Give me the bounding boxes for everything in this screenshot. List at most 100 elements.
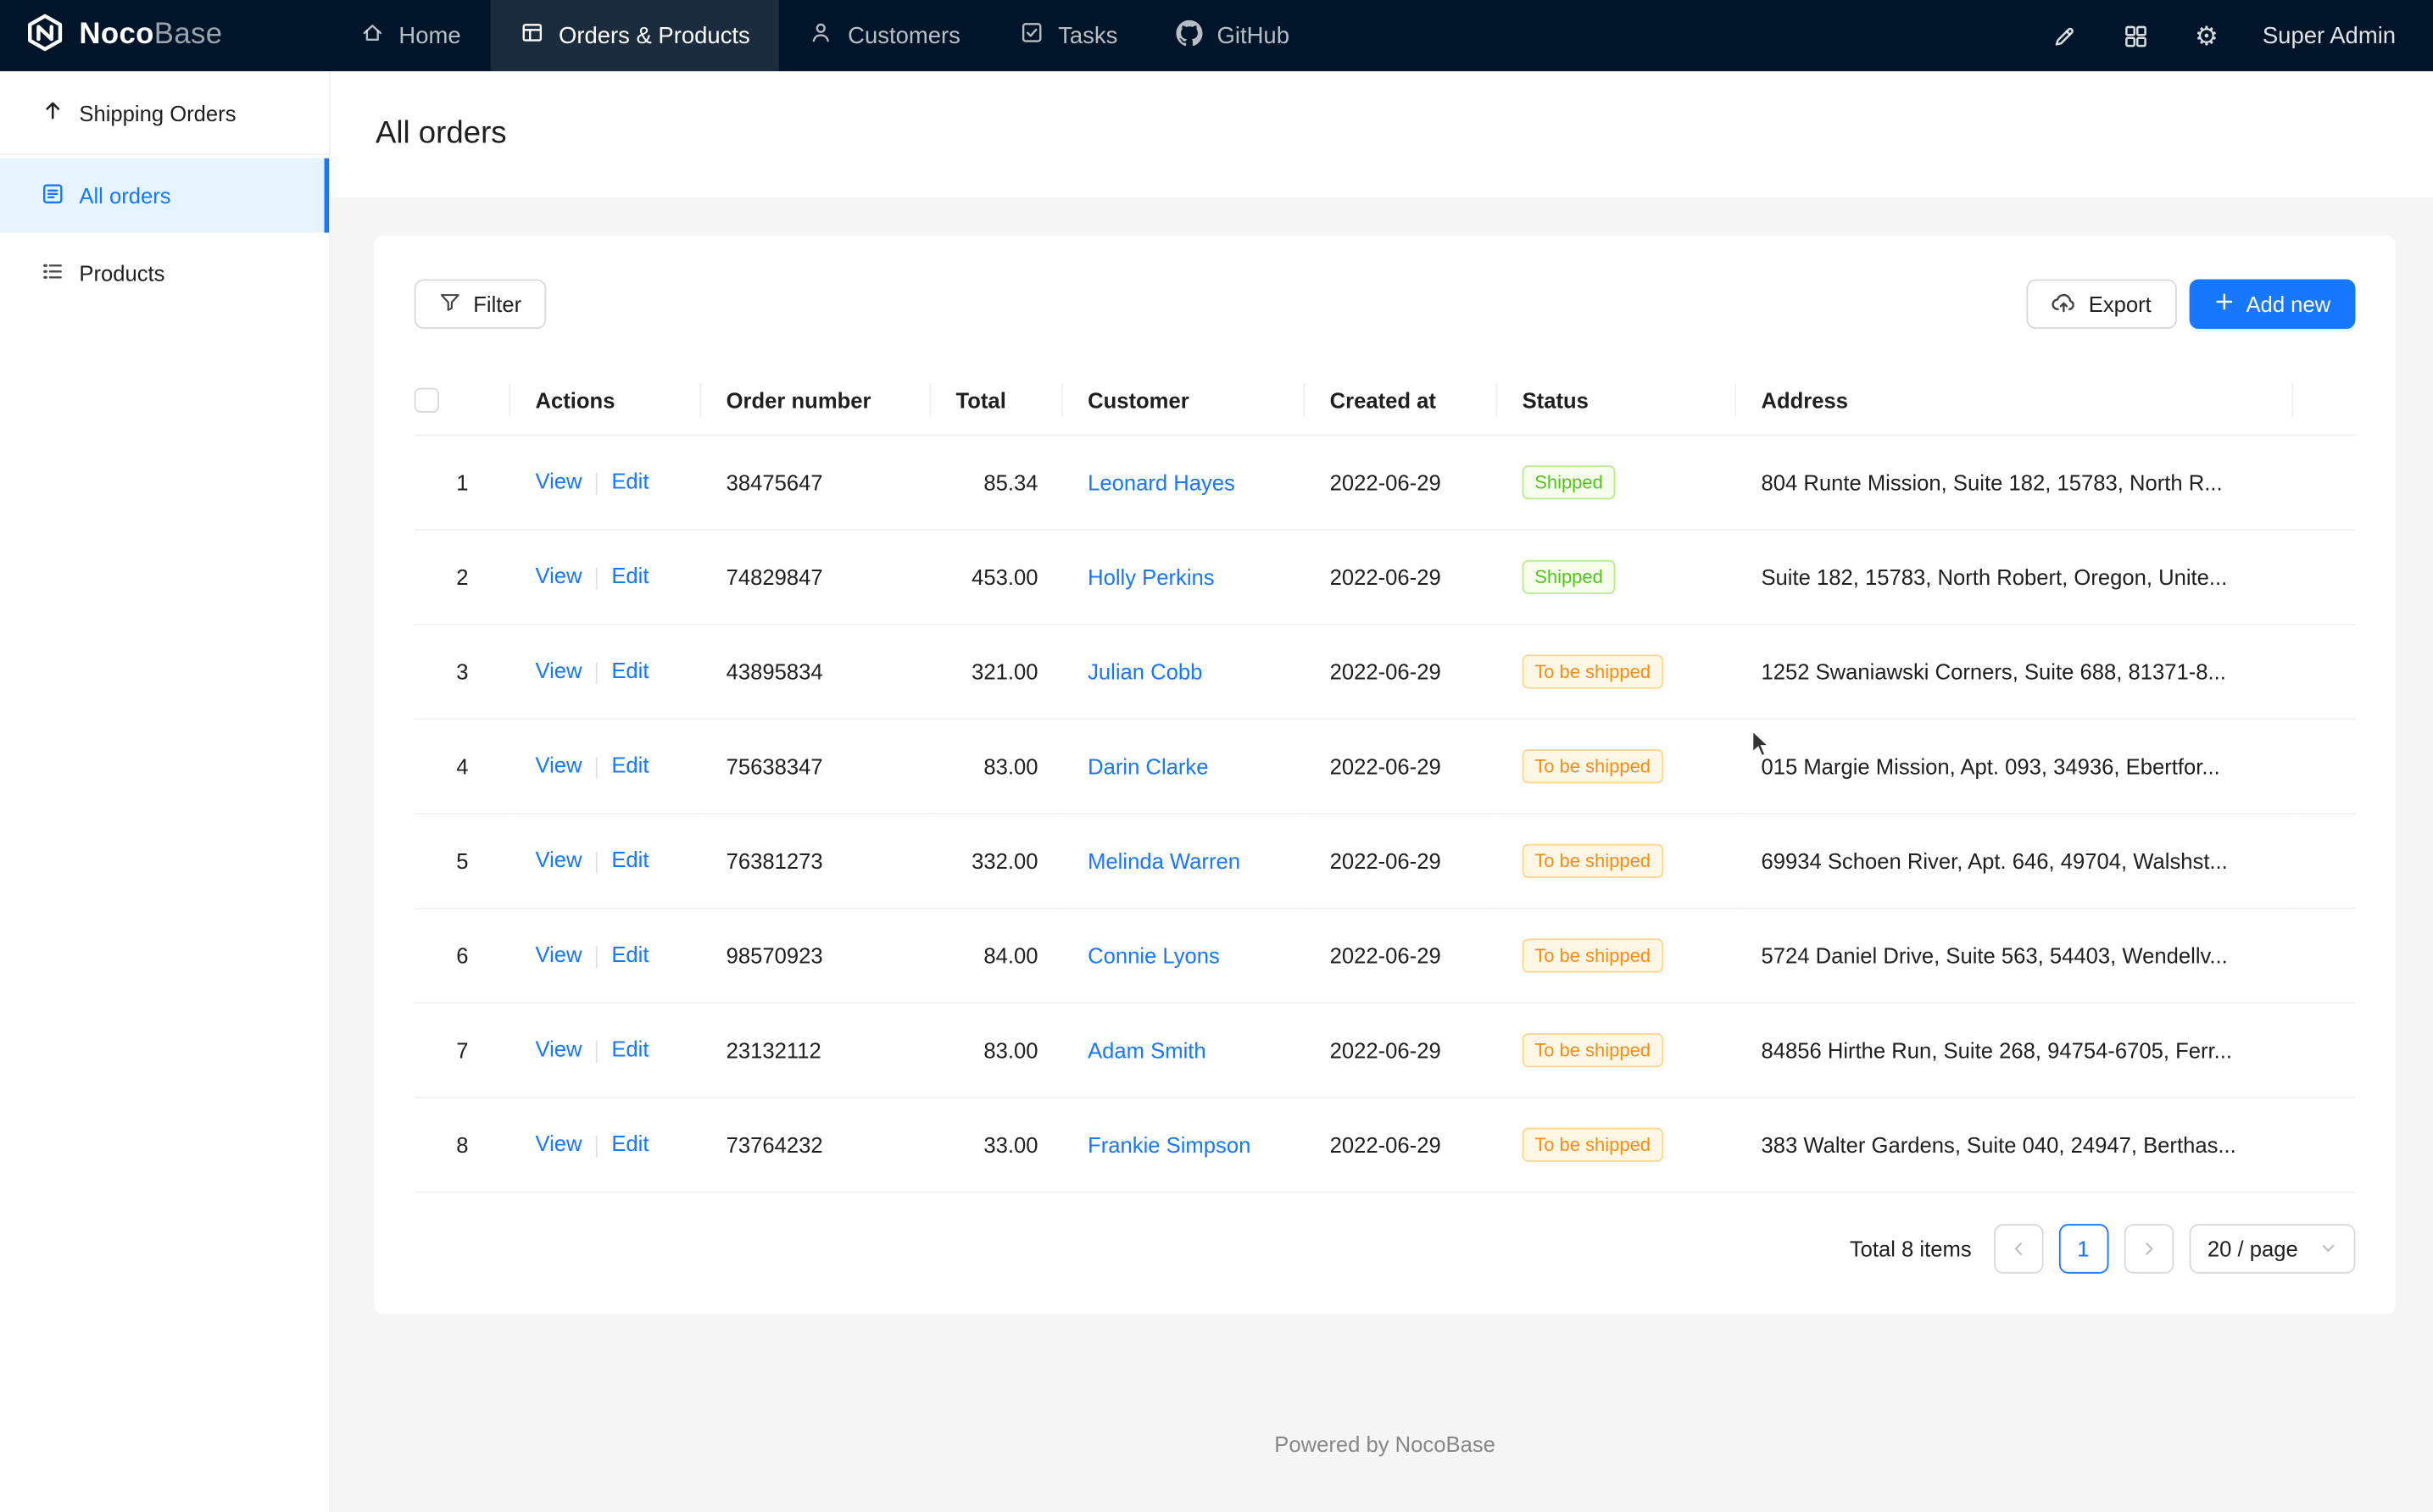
app-viewport: NocoBase Home Orders & Products Customer… — [0, 0, 2433, 1512]
order-number-cell: 74829847 — [701, 529, 931, 624]
github-icon — [1177, 19, 1203, 52]
chevron-down-icon — [2319, 1236, 2336, 1260]
row-index: 6 — [415, 908, 510, 1003]
table-row: 3 ViewEdit 43895834 321.00 Julian Cobb 2… — [415, 624, 2356, 719]
view-link[interactable]: View — [535, 469, 582, 493]
customer-link[interactable]: Adam Smith — [1088, 1037, 1206, 1062]
nocobase-logo[interactable]: NocoBase — [0, 0, 331, 71]
sidebar-group-shipping-orders[interactable]: Shipping Orders — [0, 71, 329, 155]
action-divider — [596, 473, 598, 495]
action-divider — [596, 1041, 598, 1063]
edit-link[interactable]: Edit — [611, 659, 649, 683]
cloud-upload-icon — [2052, 289, 2076, 319]
view-link[interactable]: View — [535, 1037, 582, 1061]
view-link[interactable]: View — [535, 942, 582, 967]
nav-item-label: Home — [398, 23, 460, 49]
total-cell: 83.00 — [931, 718, 1063, 813]
sidebar-item-products[interactable]: Products — [0, 236, 329, 310]
address-cell: 804 Runte Mission, Suite 182, 15783, Nor… — [1736, 434, 2293, 529]
page-size-select[interactable]: 20 / page — [2189, 1223, 2356, 1273]
nav-item-label: GitHub — [1217, 23, 1289, 49]
nav-item-home[interactable]: Home — [331, 0, 491, 71]
layout-grid-icon[interactable] — [2119, 20, 2151, 52]
total-cell: 83.00 — [931, 1002, 1063, 1097]
nav-item-orders-products[interactable]: Orders & Products — [490, 0, 779, 71]
action-divider — [596, 757, 598, 779]
status-tag: Shipped — [1523, 464, 1616, 498]
total-cell: 33.00 — [931, 1097, 1063, 1192]
page-number-button[interactable]: 1 — [2058, 1223, 2108, 1273]
customer-link[interactable]: Holly Perkins — [1088, 564, 1215, 588]
nav-item-customers[interactable]: Customers — [780, 0, 990, 71]
orders-table: Actions Order number Total Customer Crea… — [415, 366, 2356, 1192]
next-page-button[interactable] — [2124, 1223, 2174, 1273]
view-link[interactable]: View — [535, 1131, 582, 1156]
created-at-cell: 2022-06-29 — [1305, 813, 1497, 908]
customer-link[interactable]: Frankie Simpson — [1088, 1131, 1250, 1156]
nocobase-logo-icon — [25, 12, 65, 60]
highlighter-icon[interactable] — [2048, 20, 2079, 52]
brand-name: NocoBase — [79, 19, 222, 53]
edit-link[interactable]: Edit — [611, 469, 649, 493]
select-all-checkbox[interactable] — [415, 388, 439, 413]
created-at-cell: 2022-06-29 — [1305, 434, 1497, 529]
add-new-button[interactable]: Add new — [2189, 279, 2356, 329]
customer-link[interactable]: Darin Clarke — [1088, 753, 1208, 778]
address-cell: 1252 Swaniawski Corners, Suite 688, 8137… — [1736, 624, 2293, 719]
order-number-cell: 38475647 — [701, 434, 931, 529]
total-cell: 453.00 — [931, 529, 1063, 624]
total-cell: 332.00 — [931, 813, 1063, 908]
column-header-address: Address — [1736, 366, 2293, 435]
created-at-cell: 2022-06-29 — [1305, 529, 1497, 624]
order-number-cell: 73764232 — [701, 1097, 931, 1192]
settings-gear-icon[interactable]: ⚙ — [2191, 20, 2223, 52]
view-link[interactable]: View — [535, 753, 582, 777]
content-area: Filter Export Add new — [331, 197, 2433, 1512]
total-cell: 84.00 — [931, 908, 1063, 1003]
view-link[interactable]: View — [535, 564, 582, 588]
created-at-cell: 2022-06-29 — [1305, 908, 1497, 1003]
status-tag: Shipped — [1523, 559, 1616, 593]
sidebar-item-all-orders[interactable]: All orders — [0, 158, 329, 233]
view-link[interactable]: View — [535, 848, 582, 872]
table-row: 6 View Edit 98570923 84.00 Connie Lyons 2… — [415, 908, 2356, 1003]
column-header-total: Total — [931, 366, 1063, 435]
edit-link[interactable]: Edit — [611, 564, 649, 588]
filter-button-label: Filter — [473, 292, 521, 316]
arrow-up-icon — [41, 97, 65, 127]
table-header-row: Actions Order number Total Customer Crea… — [415, 366, 2356, 435]
nav-item-github[interactable]: GitHub — [1147, 0, 1319, 71]
status-tag: To be shipped — [1523, 1032, 1663, 1066]
customer-link[interactable]: Melinda Warren — [1088, 848, 1240, 872]
table-row: 4 ViewEdit 75638347 83.00 Darin Clarke 2… — [415, 718, 2356, 813]
column-header-created-at: Created at — [1305, 366, 1497, 435]
edit-link[interactable]: Edit — [611, 1131, 649, 1156]
current-user[interactable]: Super Admin — [2263, 23, 2396, 49]
column-header-order-number: Order number — [701, 366, 931, 435]
orders-card: Filter Export Add new — [374, 236, 2396, 1313]
customer-link[interactable]: Leonard Hayes — [1088, 470, 1235, 494]
export-button[interactable]: Export — [2027, 279, 2177, 329]
add-new-button-label: Add new — [2246, 292, 2330, 316]
created-at-cell: 2022-06-29 — [1305, 624, 1497, 719]
list-icon — [41, 258, 65, 288]
edit-link[interactable]: Edit — [611, 753, 649, 777]
home-icon — [360, 20, 385, 52]
view-link[interactable]: View — [535, 659, 582, 683]
row-index: 8 — [415, 1097, 510, 1192]
address-cell: 383 Walter Gardens, Suite 040, 24947, Be… — [1736, 1097, 2293, 1192]
customer-link[interactable]: Julian Cobb — [1088, 659, 1202, 683]
filter-icon — [439, 291, 461, 317]
prev-page-button[interactable] — [1993, 1223, 2043, 1273]
nav-item-tasks[interactable]: Tasks — [990, 0, 1147, 71]
edit-link[interactable]: Edit — [611, 942, 649, 967]
table-row: 8 View Edit 73764232 33.00 Frankie Simpso… — [415, 1097, 2356, 1192]
order-number-cell: 98570923 — [701, 908, 931, 1003]
edit-link[interactable]: Edit — [611, 1037, 649, 1061]
customer-link[interactable]: Connie Lyons — [1088, 942, 1220, 967]
table-row: 5 ViewEdit 76381273 332.00 Melinda Warre… — [415, 813, 2356, 908]
filter-button[interactable]: Filter — [415, 279, 547, 329]
top-navbar: NocoBase Home Orders & Products Customer… — [0, 0, 2433, 71]
edit-link[interactable]: Edit — [611, 848, 649, 872]
pagination: Total 8 items 1 20 / page — [415, 1223, 2356, 1273]
